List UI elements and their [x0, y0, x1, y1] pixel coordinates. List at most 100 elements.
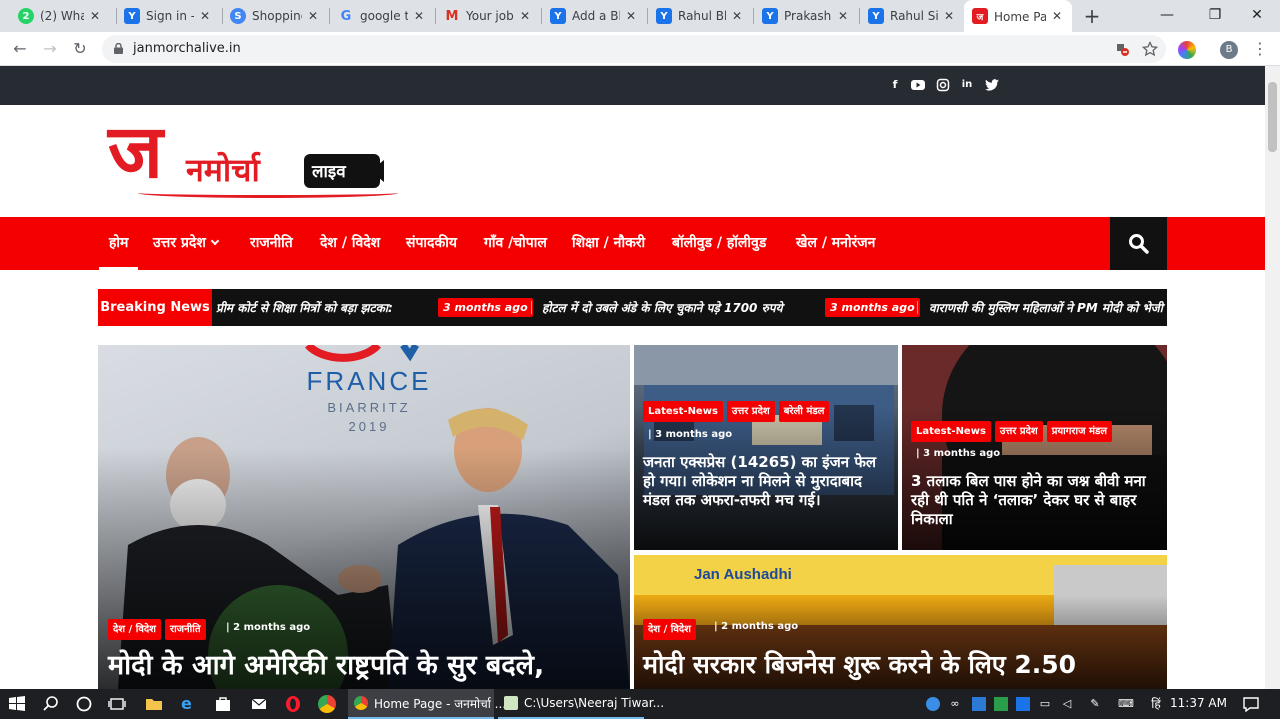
tab-google[interactable]: G google translate ✕ [330, 0, 434, 32]
network-icon[interactable]: ▭ [1038, 697, 1052, 711]
tray-app-icon[interactable] [1016, 697, 1030, 711]
twitter-icon[interactable] [984, 78, 1000, 92]
menu-dots-icon[interactable]: ⋮ [1248, 37, 1272, 61]
page-scrollbar[interactable] [1265, 66, 1280, 689]
ticker-item[interactable]: प्रीम कोर्ट से शिक्षा मित्रों को बड़ा झट… [216, 299, 393, 316]
close-window-button[interactable]: ✕ [1234, 0, 1280, 32]
close-icon[interactable]: ✕ [412, 9, 426, 23]
tray-shield-icon[interactable] [994, 697, 1008, 711]
category-tag[interactable]: प्रयागराज मंडल [1046, 421, 1113, 442]
new-tab-button[interactable]: + [1082, 4, 1102, 28]
reload-button[interactable]: ↻ [68, 37, 92, 61]
menu-item-world[interactable]: देश / विदेश [320, 217, 380, 270]
star-icon[interactable] [1142, 41, 1158, 57]
menu-item-education[interactable]: शिक्षा / नौकरी [572, 217, 645, 270]
tab-yahoo-sign-in[interactable]: Y Sign in - Yahoo ✕ [116, 0, 220, 32]
category-tag[interactable]: देश / विदेश [108, 619, 161, 640]
category-tag[interactable]: उत्तर प्रदेश [726, 401, 775, 422]
tab-whatsapp[interactable]: 2 (2) WhatsApp ✕ [10, 0, 110, 32]
news-card[interactable]: Latest-Newsउत्तर प्रदेशप्रयागराज मंडल 3 … [902, 345, 1167, 550]
category-tag[interactable]: बरेली मंडल [778, 401, 830, 422]
category-tag[interactable]: देश / विदेश [643, 619, 696, 640]
windows-start-icon[interactable] [8, 695, 26, 713]
edge-icon[interactable]: e [181, 695, 199, 713]
restore-button[interactable]: ❐ [1192, 0, 1238, 32]
youtube-icon[interactable] [910, 78, 926, 92]
mail-icon[interactable] [250, 695, 268, 713]
ticker-item[interactable]: होटल में दो उबले अंडे के लिए चुकाने पड़े… [542, 299, 783, 316]
close-icon[interactable]: ✕ [942, 9, 956, 23]
featured-news-card[interactable]: FRANCE BIARRITZ 2019 देश / विदेश राजनीति … [98, 345, 630, 689]
close-icon[interactable]: ✕ [624, 9, 638, 23]
tab-prakash[interactable]: Y Prakash Ji ✕ [754, 0, 858, 32]
photo-subcaption: BIARRITZ [327, 400, 410, 415]
menu-item-politics[interactable]: राजनीति [250, 217, 293, 270]
category-tag[interactable]: Latest-News [643, 401, 723, 422]
tab-shopping[interactable]: S Shopping ✕ [222, 0, 328, 32]
volume-icon[interactable]: ◁ [1060, 697, 1074, 711]
close-icon[interactable]: ✕ [518, 9, 532, 23]
search-button[interactable] [1110, 217, 1167, 270]
file-explorer-icon[interactable] [145, 695, 163, 713]
scrollbar-thumb[interactable] [1268, 82, 1277, 152]
minimize-button[interactable]: — [1144, 0, 1190, 32]
close-icon[interactable]: ✕ [1050, 9, 1064, 23]
logo-word: नमोर्चा [186, 151, 260, 189]
menu-item-editorial[interactable]: संपादकीय [406, 217, 457, 270]
close-icon[interactable]: ✕ [88, 9, 102, 23]
close-icon[interactable]: ✕ [836, 9, 850, 23]
tray-app-icon[interactable] [972, 697, 986, 711]
shield-blocked-icon[interactable] [1114, 41, 1130, 57]
category-tag[interactable]: Latest-News [911, 421, 991, 442]
facebook-icon[interactable]: f [887, 78, 903, 92]
address-bar[interactable]: janmorchalive.in [102, 35, 1166, 63]
extension-icon[interactable] [1178, 41, 1196, 59]
menu-item-home[interactable]: होम [98, 217, 140, 270]
back-button[interactable]: ← [8, 37, 32, 61]
menu-item-sports[interactable]: खेल / मनोरंजन [796, 217, 875, 270]
ticker-item[interactable]: वाराणसी की मुस्लिम महिलाओं ने PM मोदी को… [929, 299, 1163, 316]
news-headline[interactable]: मोदी के आगे अमेरिकी राष्ट्रपति के सुर बद… [108, 649, 620, 683]
tray-app-icon[interactable] [926, 697, 940, 711]
tray-link-icon[interactable]: ∞ [948, 697, 962, 711]
news-headline[interactable]: मोदी सरकार बिजनेस शुरू करने के लिए 2.50 [643, 649, 1158, 680]
taskbar-app-notepad[interactable]: C:\Users\Neeraj Tiwar... [498, 689, 664, 719]
pen-icon[interactable]: ✎ [1088, 697, 1102, 711]
menu-item-uttar-pradesh[interactable]: उत्तर प्रदेश [153, 217, 220, 270]
search-icon[interactable] [42, 695, 60, 713]
category-tags: Latest-News उत्तर प्रदेश प्रयागराज मंडल [911, 419, 1116, 442]
cortana-icon[interactable] [75, 695, 93, 713]
news-card[interactable]: Latest-Newsउत्तर प्रदेशबरेली मंडल 3 mont… [634, 345, 898, 550]
news-headline[interactable]: 3 तलाक बिल पास होने का जश्न बीवी मना रही… [911, 472, 1163, 528]
category-tag[interactable]: राजनीति [165, 619, 206, 640]
close-icon[interactable]: ✕ [306, 9, 320, 23]
profile-avatar[interactable]: B [1220, 41, 1238, 59]
taskbar-app-chrome[interactable]: Home Page - जनमोर्चा ... [348, 689, 506, 719]
keyboard-icon[interactable]: ⌨ [1116, 697, 1136, 711]
chevron-down-icon [210, 236, 220, 246]
news-card[interactable]: Jan Aushadhi देश / विदेश 2 months ago मो… [634, 555, 1167, 689]
tab-add-blog[interactable]: Y Add a Blog ✕ [542, 0, 646, 32]
menu-item-bollywood[interactable]: बॉलीवुड / हॉलीवुड [672, 217, 766, 270]
menu-item-village[interactable]: गाँव /चोपाल [484, 217, 547, 270]
task-view-icon[interactable] [108, 695, 126, 713]
forward-button[interactable]: → [38, 37, 62, 61]
close-icon[interactable]: ✕ [730, 9, 744, 23]
notifications-icon[interactable] [1242, 695, 1260, 713]
linkedin-icon[interactable]: in [959, 78, 975, 92]
tab-gmail[interactable]: M Your jobs ✕ [436, 0, 540, 32]
news-headline[interactable]: जनता एक्सप्रेस (14265) का इंजन फेल हो गय… [643, 453, 893, 509]
store-icon[interactable] [214, 695, 232, 713]
site-logo[interactable]: ज नमोर्चा लाइव [108, 112, 408, 200]
close-icon[interactable]: ✕ [198, 9, 212, 23]
tab-rahul-bhai[interactable]: Y Rahul Bhai ✕ [648, 0, 752, 32]
language-indicator[interactable]: हिं [1148, 697, 1164, 711]
category-tag[interactable]: उत्तर प्रदेश [994, 421, 1043, 442]
clock[interactable]: 11:37 AM [1170, 696, 1227, 710]
tab-rahul-singh[interactable]: Y Rahul Singh ✕ [860, 0, 964, 32]
instagram-icon[interactable] [935, 78, 951, 92]
tab-title: Home Page - जनमोर्चा [994, 9, 1046, 24]
chrome-icon[interactable] [318, 695, 336, 713]
tab-home-page-active[interactable]: ज Home Page - जनमोर्चा ✕ [964, 0, 1072, 32]
opera-icon[interactable] [284, 695, 302, 713]
